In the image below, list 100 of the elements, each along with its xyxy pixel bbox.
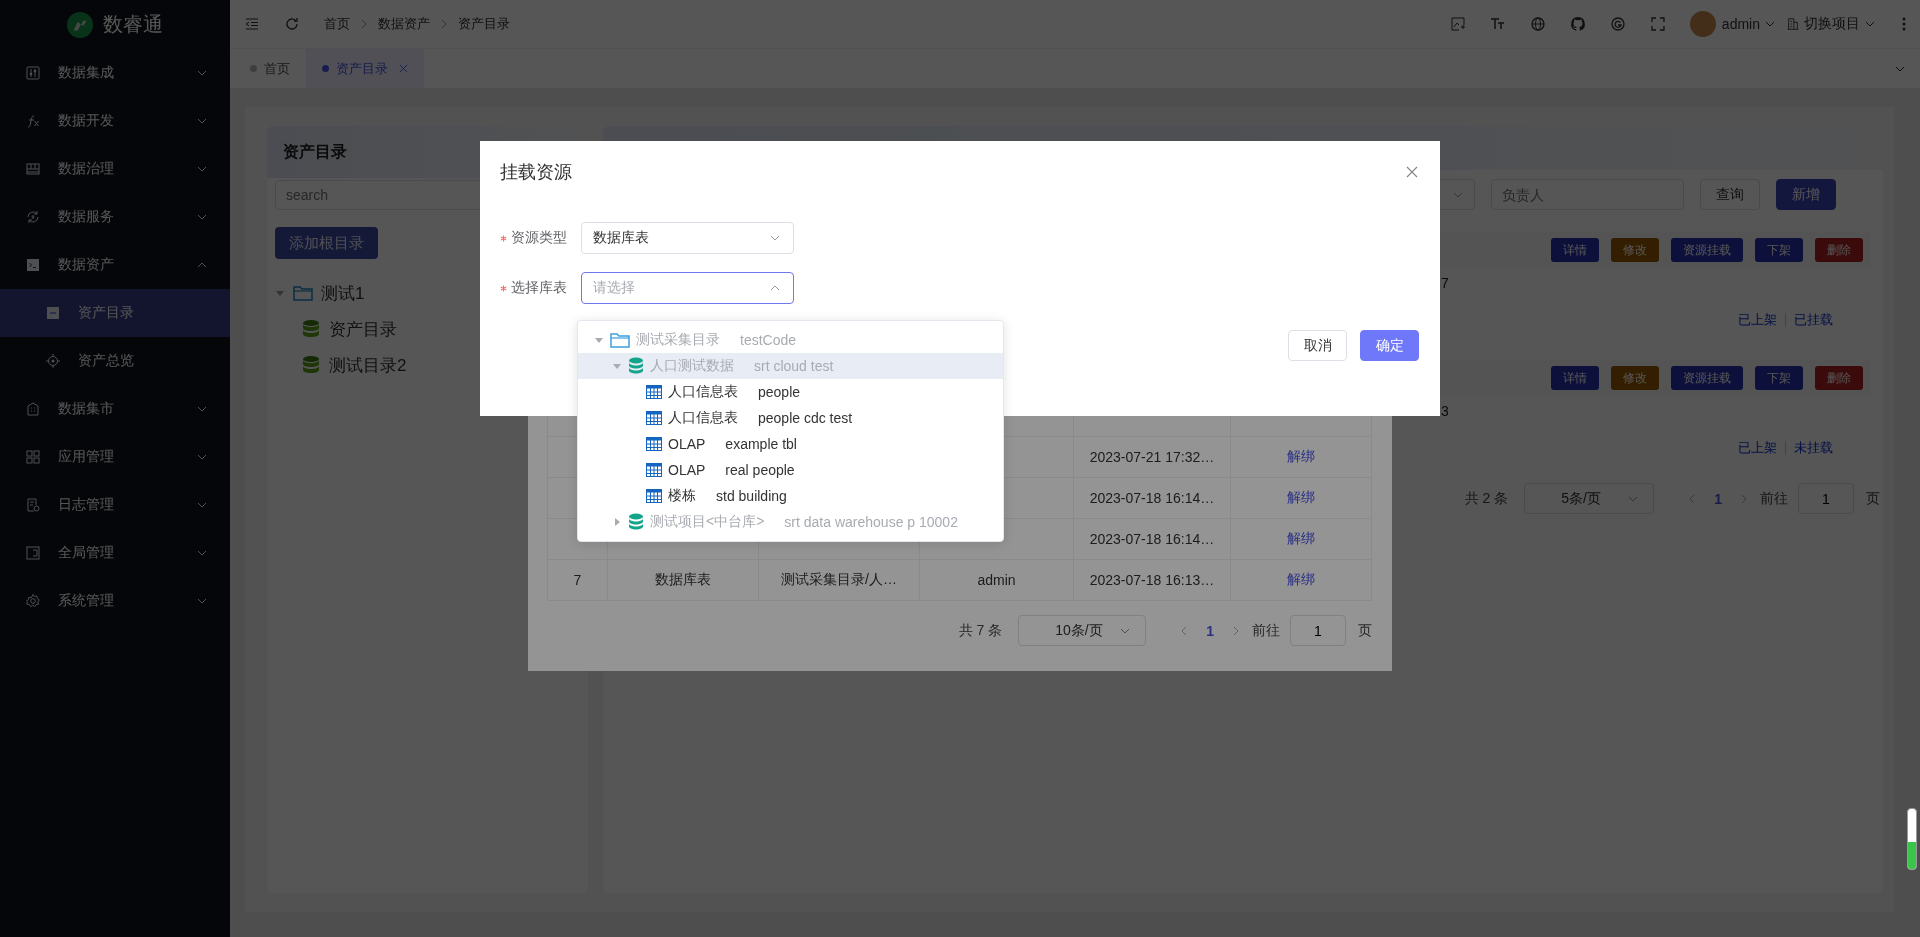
add-button[interactable]: 新增: [1776, 179, 1836, 210]
query-button[interactable]: 查询: [1700, 179, 1760, 210]
next-page-icon[interactable]: [1740, 492, 1748, 505]
table-icon: [646, 385, 662, 399]
menu-item[interactable]: 数据开发: [0, 97, 230, 145]
caret-icon[interactable]: [594, 335, 604, 345]
page-input[interactable]: 1: [1290, 615, 1346, 646]
target-icon: [45, 353, 61, 369]
action-button[interactable]: 详情: [1551, 238, 1599, 262]
action-button[interactable]: 详情: [1551, 366, 1599, 390]
cycle-icon: [25, 209, 41, 225]
table-cell: admin: [977, 572, 1016, 588]
table-icon: [646, 411, 662, 425]
table-icon: [646, 437, 662, 451]
panel-icon: [25, 545, 41, 561]
tree-option[interactable]: 测试项目<中台库> srt data warehouse p 10002: [578, 509, 1003, 535]
building-icon: [25, 401, 41, 417]
select-field[interactable]: 数据库表: [581, 222, 794, 254]
unbind-link[interactable]: 解绑: [1287, 448, 1315, 464]
menu-item[interactable]: 数据资产: [0, 241, 230, 289]
menu-item[interactable]: 全局管理: [0, 529, 230, 577]
caret-icon[interactable]: [612, 517, 622, 527]
table-cell: 7: [573, 572, 582, 588]
building-icon: [1786, 17, 1800, 31]
settings-icon: [25, 593, 41, 609]
unbind-link[interactable]: 解绑: [1287, 530, 1315, 546]
close-icon[interactable]: [399, 64, 408, 73]
action-button[interactable]: 下架: [1755, 238, 1803, 262]
select-field[interactable]: 请选择: [581, 272, 794, 304]
page-number[interactable]: 1: [1200, 622, 1220, 639]
font-size-icon[interactable]: [1489, 16, 1506, 32]
table-cell: 2023-07-21 17:32…: [1089, 449, 1215, 465]
menu-item[interactable]: 数据集成: [0, 49, 230, 97]
page-number[interactable]: 1: [1708, 490, 1728, 507]
prev-page-icon[interactable]: [1180, 624, 1189, 637]
tree-option[interactable]: 人口信息表 people cdc test: [578, 405, 1003, 431]
folder-icon: [293, 285, 313, 301]
tree-option[interactable]: OLAP example tbl: [578, 431, 1003, 457]
page-input[interactable]: 1: [1798, 483, 1854, 514]
status-tag: 已上架: [1738, 311, 1777, 329]
confirm-button[interactable]: 确定: [1360, 330, 1419, 361]
database-icon: [628, 357, 644, 375]
menu-item[interactable]: 日志管理: [0, 481, 230, 529]
action-button[interactable]: 删除: [1815, 238, 1863, 262]
breadcrumb-item[interactable]: 首页: [324, 15, 350, 33]
globe-icon[interactable]: [1529, 16, 1546, 32]
action-button[interactable]: 修改: [1611, 238, 1659, 262]
menu-fold-icon[interactable]: [244, 16, 260, 32]
dot-icon: [322, 65, 329, 72]
total-count: 共 2 条: [1464, 489, 1509, 508]
apps-icon: [25, 449, 41, 465]
breadcrumb-item: 资产目录: [458, 15, 510, 33]
scroll-indicator: [1907, 808, 1917, 870]
date-text: 3: [1441, 402, 1449, 421]
more-icon[interactable]: [1902, 16, 1906, 32]
dot-icon: [250, 65, 257, 72]
close-icon[interactable]: [1406, 166, 1418, 178]
menu-item[interactable]: 系统管理: [0, 577, 230, 625]
unbind-link[interactable]: 解绑: [1287, 571, 1315, 587]
submenu-item[interactable]: 资产目录: [0, 289, 230, 337]
menu-item[interactable]: 数据服务: [0, 193, 230, 241]
image-icon[interactable]: [1449, 16, 1466, 32]
prev-page-icon[interactable]: [1688, 492, 1697, 505]
square-icon: [45, 305, 61, 321]
project-dropdown[interactable]: 切换项目: [1786, 15, 1886, 33]
card-title: 资产目录: [283, 141, 347, 162]
github-icon[interactable]: [1569, 16, 1586, 32]
total-count: 共 7 条: [958, 621, 1003, 640]
action-button[interactable]: 资源挂载: [1671, 238, 1743, 262]
table-cell: 2023-07-18 16:14…: [1089, 490, 1215, 506]
status-tag: 已上架: [1738, 439, 1777, 457]
action-button[interactable]: 下架: [1755, 366, 1803, 390]
menu-item[interactable]: 数据集市: [0, 385, 230, 433]
caret-icon[interactable]: [275, 288, 285, 298]
chevron-icon: [360, 18, 368, 30]
page-size-select[interactable]: 10条/页: [1018, 615, 1147, 646]
action-button[interactable]: 修改: [1611, 366, 1659, 390]
table-cell: 2023-07-18 16:13…: [1089, 572, 1215, 588]
page-size-select[interactable]: 5条/页: [1524, 483, 1655, 514]
refresh-icon[interactable]: [284, 16, 300, 32]
action-button[interactable]: 删除: [1815, 366, 1863, 390]
breadcrumb-item[interactable]: 数据资产: [378, 15, 430, 33]
action-button[interactable]: 资源挂载: [1671, 366, 1743, 390]
goto-label: 前往: [1252, 621, 1280, 640]
tree-option[interactable]: OLAP real people: [578, 457, 1003, 483]
avatar[interactable]: [1689, 11, 1716, 37]
tree-option[interactable]: 楼栋 std building: [578, 483, 1003, 509]
next-page-icon[interactable]: [1232, 624, 1240, 637]
table-cell: 2023-07-18 16:14…: [1089, 531, 1215, 547]
caret-icon[interactable]: [612, 361, 622, 371]
submenu-item[interactable]: 资产总览: [0, 337, 230, 385]
unbind-link[interactable]: 解绑: [1287, 489, 1315, 505]
folder-icon: [610, 332, 630, 348]
menu-item[interactable]: 应用管理: [0, 433, 230, 481]
logo-icon: [67, 11, 93, 38]
user-menu[interactable]: admin: [1721, 16, 1760, 32]
date-text: 7: [1441, 274, 1449, 293]
cancel-button[interactable]: 取消: [1288, 330, 1347, 361]
fullscreen-icon[interactable]: [1649, 16, 1666, 32]
menu-item[interactable]: 数据治理: [0, 145, 230, 193]
